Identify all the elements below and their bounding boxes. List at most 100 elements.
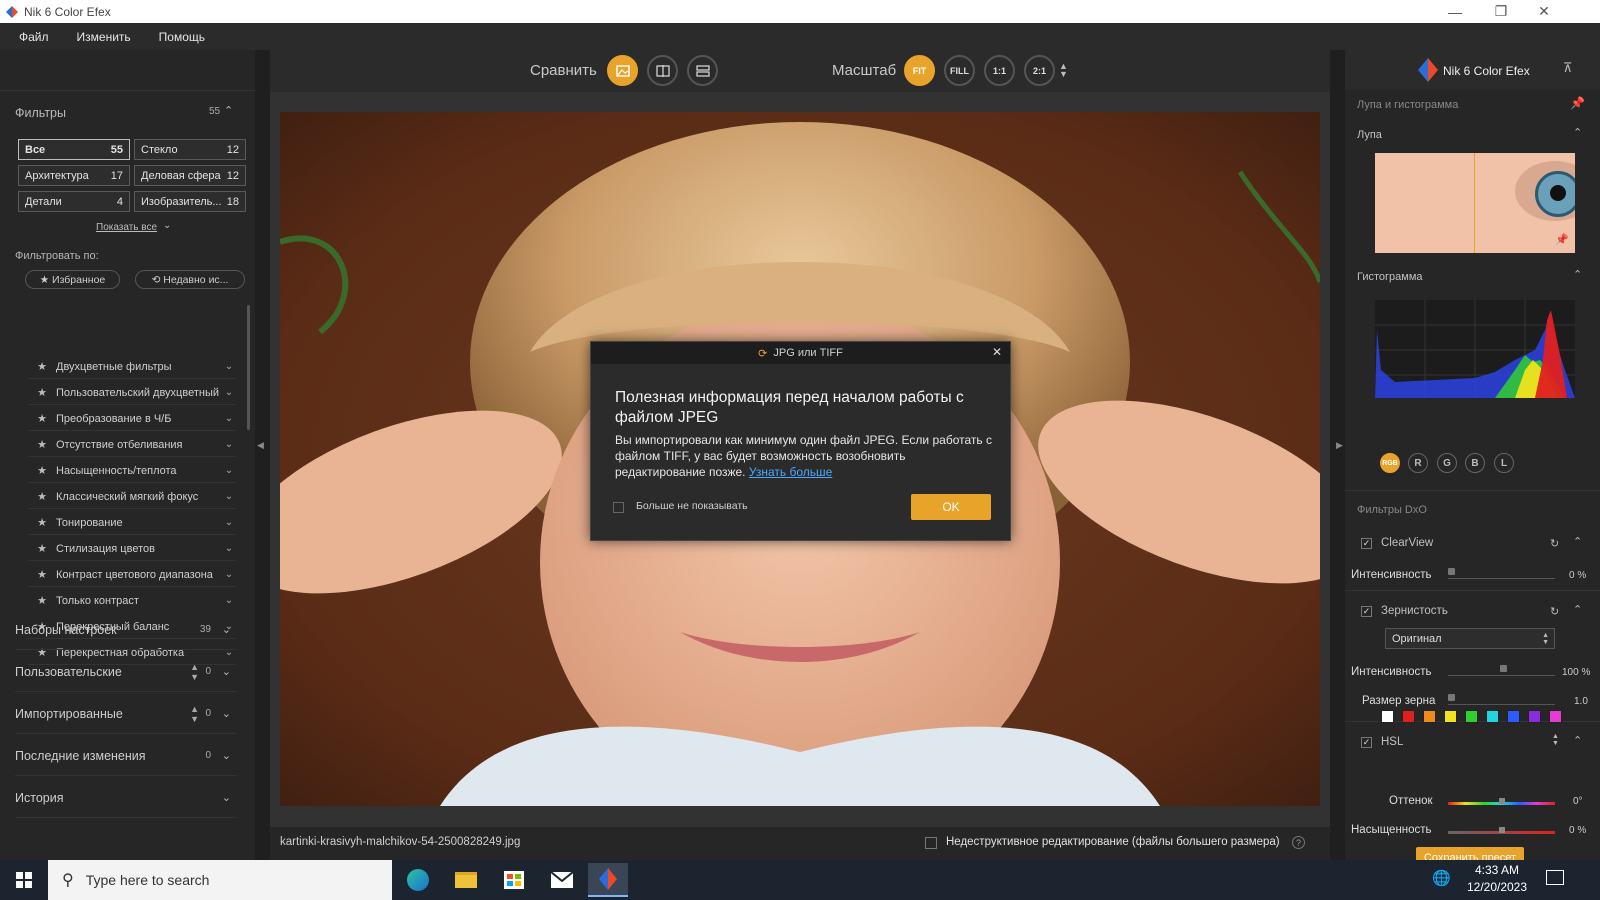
favorite-star-icon[interactable]: ★ <box>34 464 50 477</box>
filter-item[interactable]: ★ Тонирование ⌄ <box>28 511 236 535</box>
filter-item[interactable]: ★ Пользовательский двухцветный ⌄ <box>28 381 236 405</box>
chip-glass[interactable]: Стекло 12 <box>134 139 246 160</box>
filter-item[interactable]: ★ Насыщенность/теплота ⌄ <box>28 459 236 483</box>
expand-chevron-icon[interactable]: ⌄ <box>222 791 231 804</box>
collapse-top-icon[interactable]: ⊼ <box>1563 60 1573 76</box>
hsl-color-swatch[interactable] <box>1549 710 1562 723</box>
recent-filter-button[interactable]: ⟲ Недавно ис... <box>135 270 245 289</box>
history-section[interactable]: История ⌄ <box>15 778 237 818</box>
filter-item[interactable]: ★ Стилизация цветов ⌄ <box>28 537 236 561</box>
help-icon[interactable]: ? <box>1292 836 1305 849</box>
expand-chevron-icon[interactable]: ⌄ <box>222 665 231 678</box>
saturation-slider[interactable] <box>1448 827 1555 834</box>
expand-chevron-icon[interactable]: ⌄ <box>222 439 236 450</box>
collapse-grain-icon[interactable]: ⌃ <box>1573 603 1582 616</box>
chip-fine-art[interactable]: Изобразитель... 18 <box>134 191 246 212</box>
expand-chevron-icon[interactable]: ⌄ <box>222 707 231 720</box>
expand-chevron-icon[interactable]: ⌄ <box>222 517 236 528</box>
favorite-star-icon[interactable]: ★ <box>34 490 50 503</box>
filter-item[interactable]: ★ Отсутствие отбеливания ⌄ <box>28 433 236 457</box>
histogram-r-button[interactable]: R <box>1408 453 1428 473</box>
grain-checkbox[interactable]: ✓ <box>1361 606 1372 617</box>
expand-chevron-icon[interactable]: ⌄ <box>222 491 236 502</box>
hsl-color-swatch[interactable] <box>1465 710 1478 723</box>
filter-item[interactable]: ★ Двухцветные фильтры ⌄ <box>28 355 236 379</box>
hue-slider[interactable] <box>1448 798 1555 805</box>
filter-list-scrollbar[interactable] <box>247 305 250 430</box>
mail-icon[interactable] <box>544 863 580 897</box>
hsl-color-swatch[interactable] <box>1486 710 1499 723</box>
collapse-filters-icon[interactable]: ⌃ <box>224 104 233 117</box>
zoom-stepper-icon[interactable]: ▲ ▼ <box>1059 62 1068 79</box>
expand-chevron-icon[interactable]: ⌄ <box>222 595 236 606</box>
favorite-star-icon[interactable]: ★ <box>34 542 50 555</box>
loupe-view[interactable]: 📌 <box>1375 153 1575 253</box>
dialog-close-button[interactable]: ✕ <box>992 345 1002 359</box>
expand-chevron-icon[interactable]: ⌄ <box>222 623 231 636</box>
filter-item[interactable]: ★ Классический мягкий фокус ⌄ <box>28 485 236 509</box>
favorite-star-icon[interactable]: ★ <box>34 516 50 529</box>
taskbar-time[interactable]: 4:33 AM <box>1467 863 1527 877</box>
expand-chevron-icon[interactable]: ⌄ <box>222 569 236 580</box>
grain-mode-select[interactable]: Оригинал ▲ ▼ <box>1385 628 1555 649</box>
chevron-down-icon[interactable]: ⌄ <box>163 220 171 231</box>
collapse-right-panel-icon[interactable]: ▶ <box>1336 440 1343 451</box>
collapse-histogram-icon[interactable]: ⌃ <box>1573 268 1582 281</box>
file-explorer-icon[interactable] <box>448 863 484 897</box>
hsl-color-swatch[interactable] <box>1381 710 1394 723</box>
chip-architecture[interactable]: Архитектура 17 <box>18 165 130 186</box>
hsl-stepper-icon[interactable]: ▲ ▼ <box>1552 733 1559 747</box>
hsl-color-swatch[interactable] <box>1423 710 1436 723</box>
zoom-2-1-button[interactable]: 2:1 <box>1024 55 1055 86</box>
favorite-star-icon[interactable]: ★ <box>34 594 50 607</box>
reset-clearview-icon[interactable]: ↻ <box>1550 537 1559 550</box>
collapse-left-panel-icon[interactable]: ◀ <box>257 440 264 451</box>
collapse-loupe-icon[interactable]: ⌃ <box>1573 126 1582 139</box>
pin-icon[interactable]: 📌 <box>1570 96 1585 110</box>
grain-size-slider[interactable] <box>1448 691 1555 705</box>
minimize-button[interactable]: — <box>1432 0 1478 23</box>
filter-item[interactable]: ★ Контраст цветового диапазона ⌄ <box>28 563 236 587</box>
restore-button[interactable]: ❐ <box>1478 0 1524 23</box>
nondestructive-checkbox[interactable] <box>925 837 937 849</box>
edge-icon[interactable] <box>400 863 436 897</box>
hsl-color-swatch[interactable] <box>1402 710 1415 723</box>
menu-help[interactable]: Помощь <box>159 30 205 44</box>
taskbar-search-box[interactable]: ⚲ Type here to search <box>48 860 392 900</box>
custom-section[interactable]: Пользовательские 0 ▲ ▼ ⌄ <box>15 652 237 692</box>
histogram-b-button[interactable]: B <box>1465 453 1485 473</box>
histogram-rgb-button[interactable]: RGB <box>1380 453 1400 473</box>
chip-details[interactable]: Детали 4 <box>18 191 130 212</box>
hsl-color-swatch[interactable] <box>1444 710 1457 723</box>
windows-start-button[interactable] <box>6 863 42 897</box>
expand-chevron-icon[interactable]: ⌄ <box>222 543 236 554</box>
clearview-checkbox[interactable]: ✓ <box>1361 538 1372 549</box>
collapse-clearview-icon[interactable]: ⌃ <box>1573 535 1582 548</box>
sort-stepper-icon[interactable]: ▲ ▼ <box>190 704 199 724</box>
favorite-star-icon[interactable]: ★ <box>34 568 50 581</box>
nik-app-taskbar-icon[interactable] <box>588 863 628 897</box>
reset-grain-icon[interactable]: ↻ <box>1550 605 1559 618</box>
zoom-fill-button[interactable]: FILL <box>944 55 975 86</box>
hsl-color-swatch[interactable] <box>1528 710 1541 723</box>
expand-chevron-icon[interactable]: ⌄ <box>222 749 231 762</box>
dont-show-checkbox[interactable] <box>613 502 624 513</box>
taskbar-date[interactable]: 12/20/2023 <box>1459 880 1535 894</box>
favorite-star-icon[interactable]: ★ <box>34 412 50 425</box>
close-window-button[interactable]: ✕ <box>1524 0 1564 23</box>
expand-chevron-icon[interactable]: ⌄ <box>222 361 236 372</box>
favorite-star-icon[interactable]: ★ <box>34 360 50 373</box>
show-all-link[interactable]: Показать все <box>96 222 157 233</box>
hsl-checkbox[interactable]: ✓ <box>1361 737 1372 748</box>
clearview-intensity-slider[interactable] <box>1448 565 1555 579</box>
loupe-pin-icon[interactable]: 📌 <box>1555 233 1569 246</box>
expand-chevron-icon[interactable]: ⌄ <box>222 413 236 424</box>
zoom-fit-button[interactable]: FIT <box>904 55 935 86</box>
histogram-g-button[interactable]: G <box>1437 453 1457 473</box>
ok-button[interactable]: OK <box>911 494 991 520</box>
expand-chevron-icon[interactable]: ⌄ <box>222 387 236 398</box>
zoom-1-1-button[interactable]: 1:1 <box>984 55 1015 86</box>
imported-section[interactable]: Импортированные 0 ▲ ▼ ⌄ <box>15 694 237 734</box>
favorite-star-icon[interactable]: ★ <box>34 386 50 399</box>
histogram-l-button[interactable]: L <box>1494 453 1514 473</box>
